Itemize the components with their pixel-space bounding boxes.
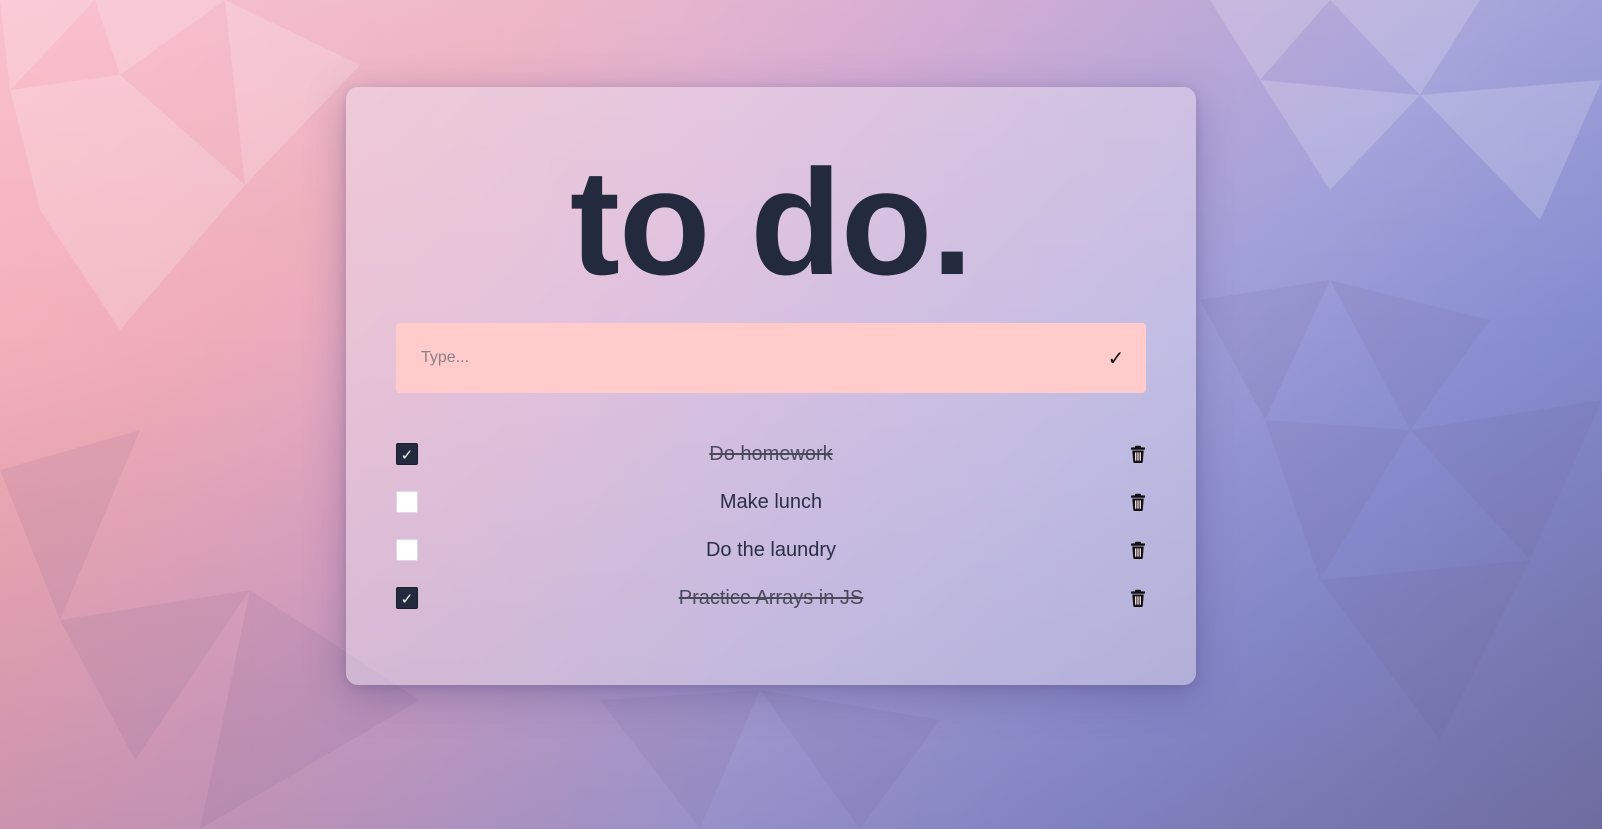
check-icon: ✓ <box>400 589 414 608</box>
todo-card: to do. ✓ ✓ Do homework Make lunch <box>346 87 1196 685</box>
page-title: to do. <box>569 138 973 306</box>
todo-text: Make lunch <box>719 491 823 513</box>
check-icon: ✓ <box>400 445 414 464</box>
todo-text: Do homework <box>709 443 833 465</box>
todo-item: ✓ Practice Arrays in JS <box>396 574 1146 622</box>
todo-checkbox[interactable] <box>396 491 418 513</box>
trash-icon[interactable] <box>1130 443 1146 465</box>
trash-icon[interactable] <box>1130 539 1146 561</box>
submit-button[interactable]: ✓ <box>1104 343 1128 373</box>
trash-icon[interactable] <box>1130 491 1146 513</box>
todo-form: ✓ <box>396 323 1146 393</box>
todo-list: ✓ Do homework Make lunch Do the laundry … <box>396 430 1146 622</box>
todo-checkbox[interactable]: ✓ <box>396 587 418 609</box>
trash-icon[interactable] <box>1130 587 1146 609</box>
todo-item: Do the laundry <box>396 526 1146 574</box>
todo-item: Make lunch <box>396 478 1146 526</box>
todo-text: Do the laundry <box>705 539 837 561</box>
todo-input[interactable] <box>396 323 1076 393</box>
todo-checkbox[interactable] <box>396 539 418 561</box>
todo-item: ✓ Do homework <box>396 430 1146 478</box>
todo-checkbox[interactable]: ✓ <box>396 443 418 465</box>
todo-text: Practice Arrays in JS <box>678 587 864 609</box>
